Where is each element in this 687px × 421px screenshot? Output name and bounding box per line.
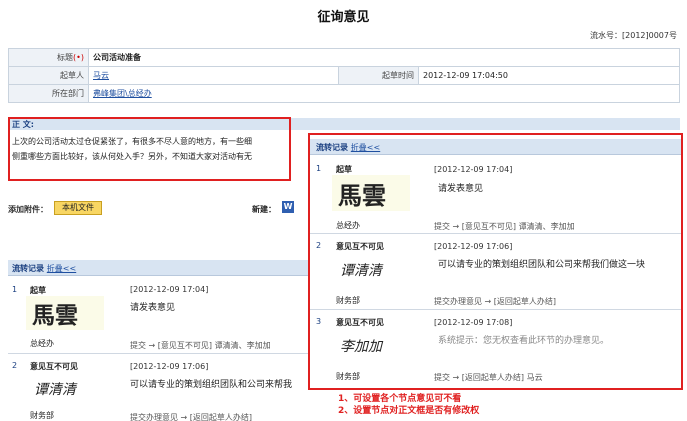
left-step-1-name: 起草 <box>30 286 46 295</box>
drafter-link[interactable]: 马云 <box>93 71 109 80</box>
signature-image: 馬雲 <box>32 302 78 329</box>
drafter-label: 起草人 <box>8 66 89 85</box>
right-step-1-signature: 馬雲 <box>332 175 410 211</box>
right-step-3-num: 3 <box>316 317 322 326</box>
right-step-2-msg: 可以请专业的策划组织团队和公司来帮我们做这一块 <box>438 260 646 270</box>
left-step-2-name: 意见互不可见 <box>30 362 78 371</box>
svg-text:馬雲: 馬雲 <box>32 302 78 329</box>
left-step-2-signature: 谭清清 <box>30 372 100 402</box>
flow-left-title: 流转记录 折叠<< <box>12 264 77 273</box>
right-step-1-name: 起草 <box>336 165 352 174</box>
dept-link[interactable]: 弗峰集团\总经办 <box>93 89 152 98</box>
title-label: 标题(•) <box>8 48 89 67</box>
right-step-2-time: [2012-12-09 17:06] <box>434 242 513 251</box>
right-step-1-dept: 总经办 <box>336 221 360 230</box>
left-step-1-signature: 馬雲 <box>26 296 104 330</box>
right-step-3-route: 提交 → [返回起草人办结] 马云 <box>434 373 543 382</box>
svg-text:谭清清: 谭清清 <box>34 382 78 398</box>
svg-text:馬雲: 馬雲 <box>338 181 386 210</box>
left-step-1-time: [2012-12-09 17:04] <box>130 285 209 294</box>
right-step-3-msg: 系统提示：您无权查看此环节的办理意见。 <box>438 336 610 346</box>
draft-time-value: 2012-12-09 17:04:50 <box>418 66 680 85</box>
right-step-2-signature: 谭清清 <box>336 253 408 283</box>
right-step-1-route: 提交 → [意见互不可见] 谭清清、李加加 <box>434 222 575 231</box>
right-step-3-signature: 李加加 <box>336 329 408 359</box>
signature-image: 谭清清 <box>340 263 384 279</box>
page-title: 征询意见 <box>317 10 370 25</box>
left-step-1-route: 提交 → [意见互不可见] 谭清清、李加加 <box>130 341 271 350</box>
signature-image: 谭清清 <box>34 382 78 398</box>
header-form: 标题(•) 公司活动准备 起草人 马云 起草时间 2012-12-09 17:0… <box>8 48 680 103</box>
flow-right-title: 流转记录 折叠<< <box>316 143 381 152</box>
svg-text:李加加: 李加加 <box>340 339 384 355</box>
left-step-2-num: 2 <box>12 361 18 370</box>
right-separator-1 <box>310 233 681 234</box>
required-marker: (•) <box>73 53 84 62</box>
left-step-1-num: 1 <box>12 285 18 294</box>
right-step-3-time: [2012-12-09 17:08] <box>434 318 513 327</box>
note-line-1: 1、可设置各个节点意见可不看 <box>338 394 462 404</box>
left-step-2-time: [2012-12-09 17:06] <box>130 362 209 371</box>
left-step-2-route: 提交办理意见 → [返回起草人办结] <box>130 413 253 421</box>
left-step-1-dept: 总经办 <box>30 339 54 348</box>
draft-time-label: 起草时间 <box>338 66 419 85</box>
right-step-1-time: [2012-12-09 17:04] <box>434 165 513 174</box>
left-step-1-msg: 请发表意见 <box>130 303 176 313</box>
right-step-1-msg: 请发表意见 <box>438 184 484 194</box>
annotation-notes: 1、可设置各个节点意见可不看 2、设置节点对正文框是否有修改权 <box>338 393 479 417</box>
signature-image: 馬雲 <box>338 181 386 210</box>
title-value[interactable]: 公司活动准备 <box>88 48 680 67</box>
left-step-2-msg: 可以请专业的策划组织团队和公司来帮我 <box>130 380 293 390</box>
body-highlight-box <box>8 117 291 181</box>
right-separator-2 <box>310 309 681 310</box>
left-separator <box>8 353 308 354</box>
right-step-2-num: 2 <box>316 241 322 250</box>
dept-label: 所在部门 <box>8 84 89 103</box>
right-step-2-dept: 财务部 <box>336 296 360 305</box>
right-step-3-dept: 财务部 <box>336 372 360 381</box>
word-doc-icon[interactable]: W <box>282 201 294 213</box>
local-file-button[interactable]: 本机文件 <box>54 201 102 215</box>
signature-image: 李加加 <box>340 339 384 355</box>
right-step-3-name: 意见互不可见 <box>336 318 384 327</box>
right-step-1-num: 1 <box>316 164 322 173</box>
flow-left-fold-link[interactable]: 折叠<< <box>47 264 76 273</box>
right-step-2-route: 提交办理意见 → [返回起草人办结] <box>434 297 557 306</box>
note-line-2: 2、设置节点对正文框是否有修改权 <box>338 406 480 416</box>
new-label: 新建： <box>252 205 276 214</box>
flow-right-fold-link[interactable]: 折叠<< <box>351 143 380 152</box>
attach-label: 添加附件： <box>8 205 48 214</box>
left-step-2-dept: 财务部 <box>30 411 54 420</box>
flow-right-panel: 流转记录 折叠<< 1 起草 [2012-12-09 17:04] 馬雲 请发表… <box>308 133 683 390</box>
svg-text:谭清清: 谭清清 <box>340 263 384 279</box>
serial-number: 流水号：[2012]0007号 <box>590 31 677 40</box>
right-step-2-name: 意见互不可见 <box>336 242 384 251</box>
